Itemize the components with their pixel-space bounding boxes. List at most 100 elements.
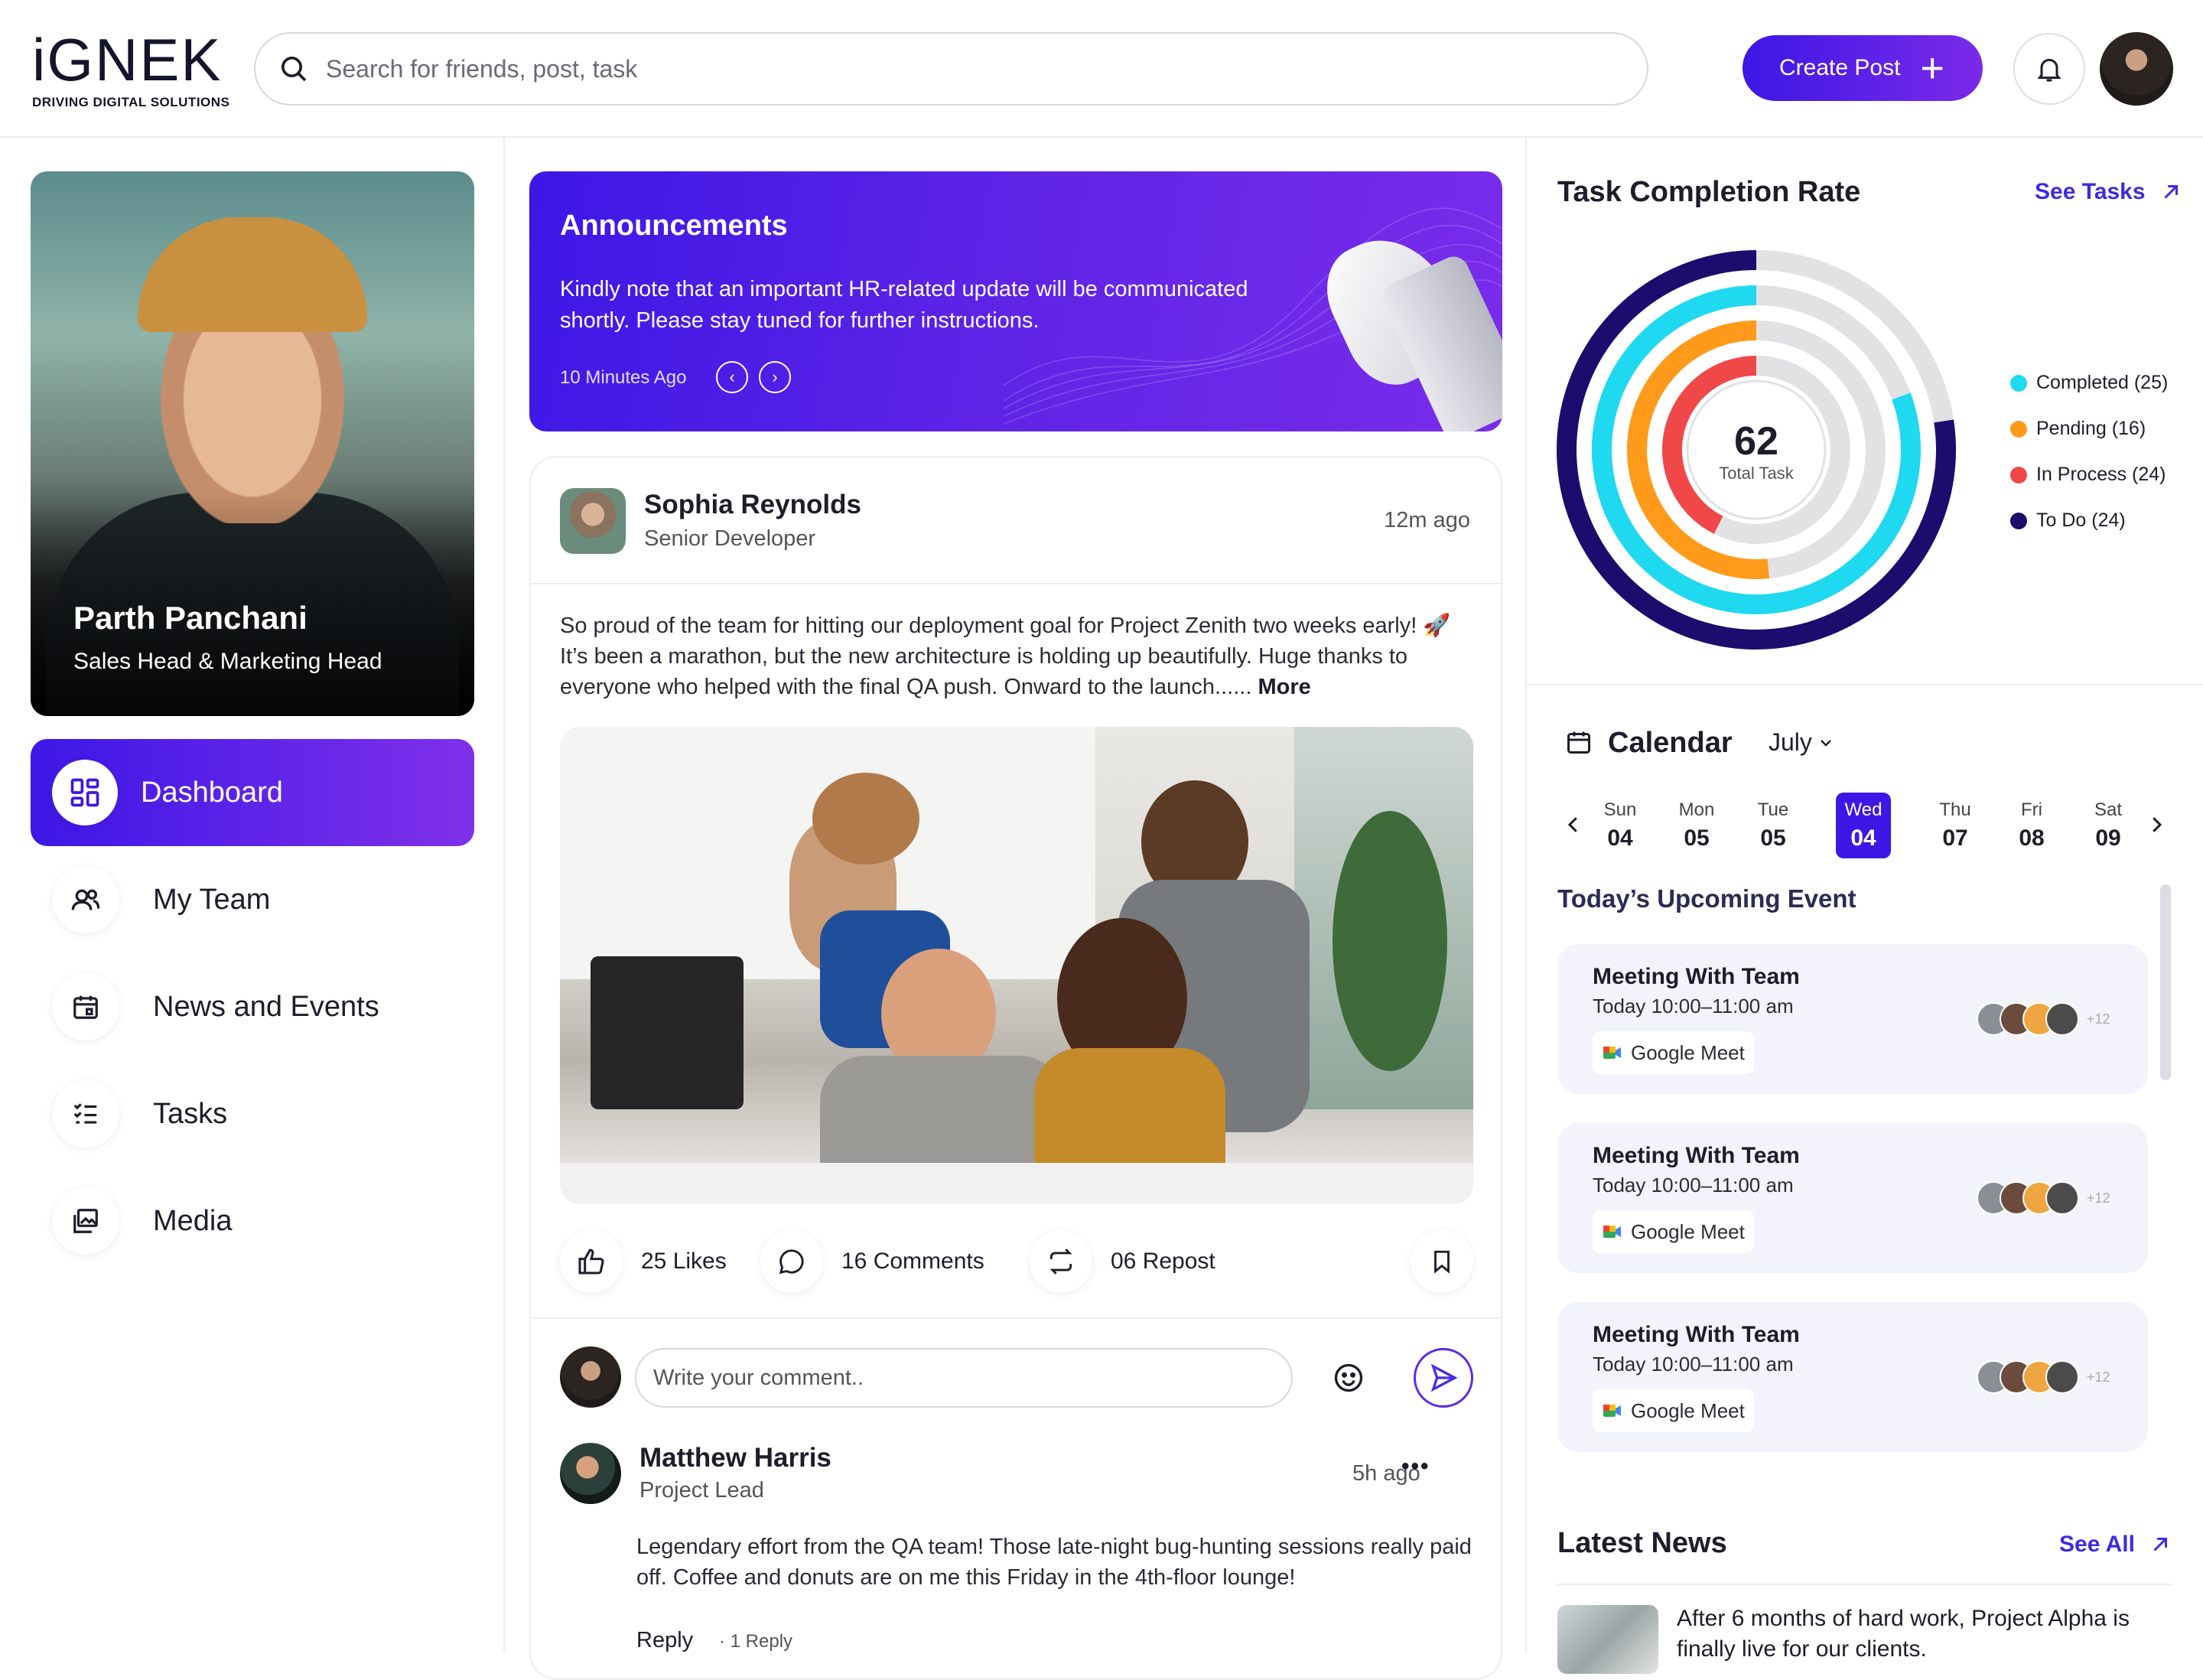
day-name: Sun	[1603, 799, 1637, 820]
post-image[interactable]	[560, 727, 1473, 1204]
comment-action[interactable]: 16 Comments	[760, 1230, 984, 1293]
profile-photo-cap	[138, 217, 367, 332]
month-value: July	[1769, 728, 1812, 756]
nav-item-media[interactable]: Media	[31, 1167, 474, 1275]
month-dropdown[interactable]: July	[1769, 728, 1835, 757]
day-sat[interactable]: Sat 09	[2081, 793, 2136, 858]
announcement-time: 10 Minutes Ago	[560, 367, 687, 388]
day-fri[interactable]: Fri 08	[2004, 793, 2059, 858]
event-time: Today 10:00–11:00 am	[1593, 1353, 1794, 1376]
nav-label-media: Media	[153, 1204, 233, 1237]
news-thumbnail[interactable]	[1557, 1605, 1658, 1674]
news-headline[interactable]: After 6 months of hard work, Project Alp…	[1677, 1603, 2166, 1665]
nav-item-news-events[interactable]: News and Events	[31, 953, 474, 1060]
google-meet-link[interactable]: Google Meet	[1593, 1031, 1754, 1074]
legend-label-completed: Completed (25)	[2036, 372, 2169, 393]
next-week-button[interactable]	[2145, 809, 2168, 844]
reply-button[interactable]: Reply	[636, 1628, 693, 1653]
more-options-icon[interactable]: •••	[1401, 1454, 1430, 1480]
comment-input[interactable]	[653, 1365, 1265, 1391]
reply-text: Legendary effort from the QA team! Those…	[636, 1535, 1472, 1590]
comment-icon	[760, 1230, 823, 1293]
create-post-button[interactable]: Create Post +	[1743, 35, 1983, 101]
author-avatar[interactable]	[560, 488, 626, 554]
create-post-label: Create Post	[1779, 55, 1901, 80]
more-link[interactable]: More	[1258, 675, 1310, 699]
prev-announcement-button[interactable]: ‹	[716, 361, 748, 393]
reply-count[interactable]: · 1 Reply	[719, 1631, 792, 1652]
nav-item-tasks[interactable]: Tasks	[31, 1060, 474, 1167]
desk	[560, 1163, 1473, 1204]
plant	[1333, 811, 1447, 1071]
day-mon[interactable]: Mon 05	[1669, 793, 1724, 858]
event-card[interactable]: Meeting With Team Today 10:00–11:00 am Goo…	[1557, 1123, 2148, 1273]
event-card[interactable]: Meeting With Team Today 10:00–11:00 am Goo…	[1557, 944, 2148, 1094]
user-avatar[interactable]	[2100, 32, 2173, 106]
prev-week-button[interactable]	[1562, 809, 1585, 844]
events-scrollbar[interactable]	[2160, 884, 2171, 1080]
see-all-news-link[interactable]: See All	[2059, 1532, 2172, 1558]
attendee-avatar	[2045, 1181, 2079, 1215]
left-column-divider	[503, 138, 505, 1652]
send-icon	[1430, 1363, 1458, 1392]
emoji-button[interactable]	[1322, 1351, 1375, 1405]
bell-icon	[2037, 58, 2061, 82]
event-time: Today 10:00–11:00 am	[1593, 1174, 1794, 1197]
day-tue[interactable]: Tue 05	[1746, 793, 1801, 858]
search-bar[interactable]	[254, 32, 1648, 106]
arrow-up-right-icon	[2153, 1538, 2167, 1551]
chevron-left-icon	[1567, 817, 1577, 832]
plus-icon: +	[1920, 45, 1944, 91]
like-action[interactable]: 25 Likes	[560, 1230, 727, 1293]
day-date: 04	[1607, 825, 1633, 851]
attendee-avatars[interactable]: +12	[1977, 1360, 2110, 1394]
bookmark-action[interactable]	[1411, 1230, 1473, 1293]
reply-author-role: Project Lead	[639, 1478, 764, 1503]
chevron-right-icon: ›	[772, 367, 778, 386]
next-announcement-button[interactable]: ›	[759, 361, 791, 393]
post-text: So proud of the team for hitting our dep…	[560, 610, 1478, 702]
meet-label: Google Meet	[1631, 1219, 1745, 1243]
event-title: Meeting With Team	[1593, 1143, 1800, 1168]
day-wed[interactable]: Wed 04	[1836, 793, 1891, 858]
profile-card[interactable]: Parth Panchani Sales Head & Marketing He…	[31, 171, 474, 716]
attendee-avatars[interactable]: +12	[1977, 1002, 2110, 1036]
day-name: Sat	[2094, 799, 2123, 820]
logo[interactable]: iGNEK DRIVING DIGITAL SOLUTIONS	[32, 29, 229, 110]
day-name: Thu	[1939, 799, 1971, 820]
day-date: 07	[1942, 825, 1968, 851]
search-input[interactable]	[326, 54, 1550, 83]
reply-author-avatar[interactable]	[560, 1443, 621, 1504]
calendar-icon	[52, 973, 119, 1040]
day-sun[interactable]: Sun 04	[1593, 793, 1648, 858]
total-task-label: Total Task	[1719, 464, 1794, 483]
day-thu[interactable]: Thu 07	[1928, 793, 1983, 858]
smiley-icon	[1334, 1363, 1363, 1392]
notification-button[interactable]	[2013, 33, 2085, 105]
day-date: 08	[2019, 825, 2045, 851]
legend-label-pending: Pending (16)	[2036, 418, 2146, 439]
day-name: Fri	[2021, 799, 2042, 820]
post-author-name[interactable]: Sophia Reynolds	[644, 490, 861, 520]
attendee-avatar	[2045, 1002, 2079, 1036]
reply-author-name[interactable]: Matthew Harris	[639, 1443, 831, 1473]
post-body: So proud of the team for hitting our dep…	[560, 614, 1451, 699]
google-meet-link[interactable]: Google Meet	[1593, 1210, 1754, 1253]
legend-dot-in-process	[2010, 466, 2027, 483]
news-divider	[1557, 1584, 2172, 1585]
attendee-more-count: +12	[2087, 1011, 2110, 1027]
nav-item-dashboard[interactable]: Dashboard	[31, 739, 474, 846]
profile-role: Sales Head & Marketing Head	[73, 649, 382, 674]
comment-field[interactable]	[635, 1348, 1293, 1408]
repost-action[interactable]: 06 Repost	[1030, 1230, 1215, 1293]
latest-news-title: Latest News	[1557, 1527, 1727, 1559]
see-tasks-link[interactable]: See Tasks	[2035, 179, 2182, 205]
nav-item-my-team[interactable]: My Team	[31, 846, 474, 953]
logo-wordmark: iGNEK	[32, 26, 223, 93]
meet-label: Google Meet	[1631, 1040, 1745, 1064]
google-meet-link[interactable]: Google Meet	[1593, 1389, 1754, 1432]
attendee-avatars[interactable]: +12	[1977, 1181, 2110, 1215]
post-author-role: Senior Developer	[644, 526, 816, 551]
send-comment-button[interactable]	[1414, 1348, 1473, 1408]
event-card[interactable]: Meeting With Team Today 10:00–11:00 am Goo…	[1557, 1302, 2148, 1452]
